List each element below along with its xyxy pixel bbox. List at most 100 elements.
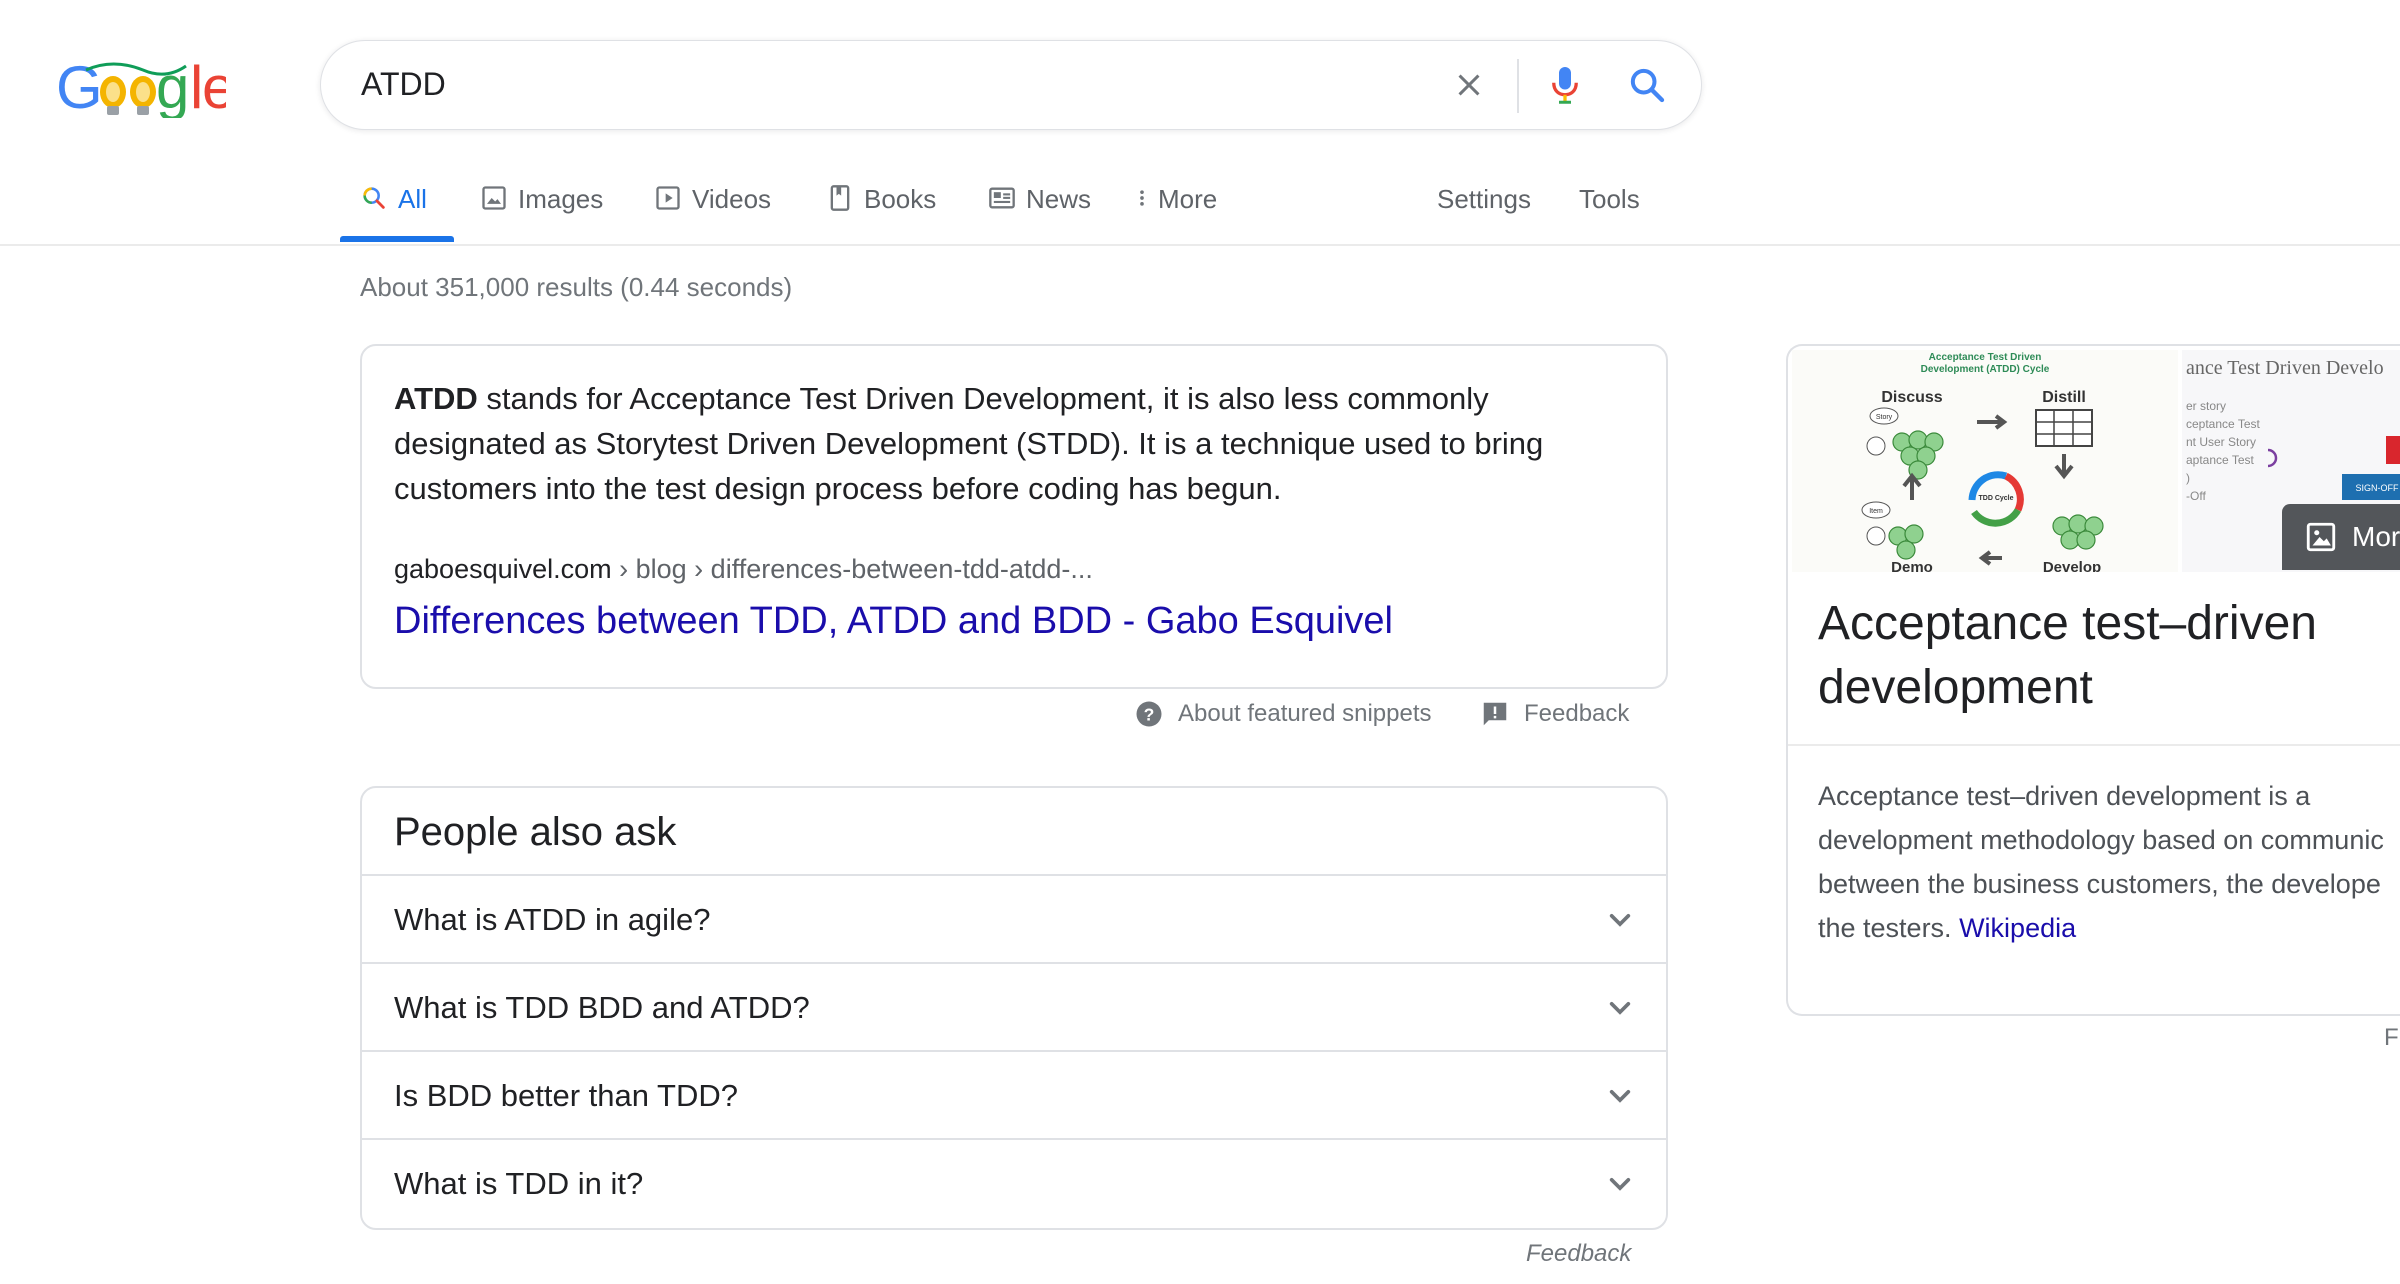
search-icon	[363, 187, 385, 209]
more-images-label: Mor	[2352, 521, 2400, 552]
kp-desc-line-last: the testers. Wikipedia	[1818, 906, 2400, 950]
cite-path: › blog › differences-between-tdd-atdd-..…	[611, 554, 1093, 584]
snippet-bold-term: ATDD	[394, 381, 478, 416]
paa-question-text: What is TDD in it?	[394, 1166, 644, 1201]
paa-question[interactable]: Is BDD better than TDD?	[362, 1050, 1666, 1140]
paa-title: People also ask	[394, 810, 677, 854]
chevron-down-icon	[1609, 1178, 1631, 1191]
about-featured-snippets-button[interactable]: ? About featured snippets	[1134, 694, 1432, 734]
snippet-citation: gaboesquivel.com › blog › differences-be…	[394, 554, 1093, 585]
tab-videos[interactable]: Videos	[654, 170, 771, 242]
more-vert-icon	[1140, 190, 1144, 206]
chevron-down-icon	[1609, 1090, 1631, 1103]
tab-label: News	[1026, 184, 1092, 214]
svg-text:?: ?	[1144, 704, 1155, 724]
kp-img1-title-2: Development (ATDD) Cycle	[1921, 364, 2050, 375]
kp-img2-line: er story	[2186, 399, 2226, 413]
chevron-down-icon	[1609, 914, 1631, 927]
chevron-down-icon	[1609, 1002, 1631, 1015]
result-stats: About 351,000 results (0.44 seconds)	[360, 272, 793, 302]
kp-divider	[1788, 744, 2400, 746]
kp-img1-demo: Demo	[1891, 559, 1933, 572]
tab-images[interactable]: Images	[480, 170, 603, 242]
tab-books[interactable]: Books	[826, 170, 936, 242]
search-box	[320, 40, 1702, 130]
kp-description: Acceptance test–driven development is a …	[1818, 774, 2400, 950]
kp-desc-line: Acceptance test–driven development is a	[1818, 781, 2311, 811]
svg-text:e: e	[202, 54, 226, 118]
settings-label: Settings	[1437, 184, 1531, 214]
snippet-text: ATDD stands for Acceptance Test Driven D…	[394, 376, 1624, 511]
snippet-body: stands for Acceptance Test Driven Develo…	[394, 381, 1544, 506]
tools-label: Tools	[1579, 184, 1640, 214]
tab-label: Images	[518, 184, 604, 214]
kp-title: Acceptance test–driven development	[1818, 597, 2317, 714]
paa-question[interactable]: What is TDD BDD and ATDD?	[362, 962, 1666, 1052]
paa-question-text: What is ATDD in agile?	[394, 902, 711, 937]
people-also-ask: People also ask What is ATDD in agile? W…	[360, 786, 1668, 1230]
active-tab-indicator	[340, 236, 454, 242]
google-logo[interactable]: G g l e	[56, 52, 226, 118]
close-icon	[1458, 74, 1480, 96]
settings-link[interactable]: Settings	[1437, 170, 1531, 242]
snippet-feedback-label: Feedback	[1524, 700, 1630, 727]
kp-img1-tdd-cycle: TDD Cycle	[1978, 495, 2013, 502]
search-input[interactable]	[361, 41, 1361, 128]
kp-img2-header: ance Test Driven Develo	[2186, 357, 2384, 379]
about-featured-snippets-label: About featured snippets	[1178, 700, 1432, 727]
kp-img2-button: SIGN-OFF	[2356, 483, 2399, 493]
tab-label: Books	[864, 184, 937, 214]
kp-img2-line: ceptance Test	[2186, 417, 2260, 431]
svg-text:G: G	[56, 54, 103, 118]
kp-image-atdd-cycle[interactable]: Acceptance Test Driven Development (ATDD…	[1792, 350, 2180, 576]
book-icon	[830, 185, 850, 211]
more-images-button[interactable]: Mor	[2282, 504, 2400, 570]
image-icon	[2306, 522, 2336, 552]
search-submit-button[interactable]	[1623, 61, 1671, 109]
google-logo-graphic: G g l e	[56, 54, 226, 118]
kp-img2-line: nt User Story	[2186, 435, 2256, 449]
kp-feedback-fragment[interactable]: F	[2384, 1024, 2399, 1052]
cite-domain: gaboesquivel.com	[394, 554, 612, 584]
kp-img1-title-1: Acceptance Test Driven	[1929, 352, 2042, 363]
paa-feedback-link[interactable]: Feedback	[1526, 1240, 1631, 1268]
search-box-divider	[1517, 59, 1519, 113]
atdd-cycle-diagram: Acceptance Test Driven Development (ATDD…	[1792, 350, 2178, 576]
tab-label: All	[398, 184, 427, 214]
voice-search-button[interactable]	[1541, 61, 1589, 109]
tools-link[interactable]: Tools	[1579, 170, 1640, 242]
tab-all[interactable]: All	[360, 170, 427, 242]
snippet-result-link[interactable]: Differences between TDD, ATDD and BDD - …	[394, 600, 1393, 643]
kp-img1-story: Story	[1876, 414, 1893, 421]
header-divider	[0, 244, 2400, 246]
featured-snippet: ATDD stands for Acceptance Test Driven D…	[360, 344, 1668, 689]
news-icon	[989, 187, 1015, 209]
kp-img1-discuss: Discuss	[1881, 389, 1942, 406]
kp-desc-line: between the business customers, the deve…	[1818, 869, 2381, 899]
microphone-icon	[1552, 67, 1578, 104]
tab-label: More	[1158, 184, 1218, 214]
tab-news[interactable]: News	[988, 170, 1091, 242]
kp-img1-develop: Develop	[2043, 559, 2101, 572]
feedback-icon	[1483, 702, 1507, 726]
paa-question-text: Is BDD better than TDD?	[394, 1078, 739, 1113]
lightbulb-o-2-icon	[130, 76, 156, 115]
paa-question-text: What is TDD BDD and ATDD?	[394, 990, 810, 1025]
paa-question[interactable]: What is ATDD in agile?	[362, 874, 1666, 964]
video-icon	[656, 186, 680, 210]
tab-label: Videos	[692, 184, 772, 214]
knowledge-panel: Acceptance Test Driven Development (ATDD…	[1786, 344, 2400, 1016]
kp-img1-item: Item	[1869, 508, 1883, 515]
lightbulb-o-1-icon	[100, 76, 126, 115]
snippet-feedback-button[interactable]: Feedback	[1480, 694, 1629, 734]
wikipedia-link[interactable]: Wikipedia	[1959, 913, 2076, 943]
help-icon: ?	[1136, 701, 1162, 727]
kp-img2-line: )	[2186, 471, 2190, 485]
paa-question[interactable]: What is TDD in it?	[362, 1138, 1666, 1228]
kp-desc-line: the testers.	[1818, 913, 1960, 943]
image-icon	[482, 186, 506, 210]
clear-search-button[interactable]	[1445, 61, 1493, 109]
tab-more[interactable]: More	[1132, 170, 1217, 242]
kp-img2-line: -Off	[2186, 489, 2206, 503]
search-icon	[1630, 68, 1665, 103]
